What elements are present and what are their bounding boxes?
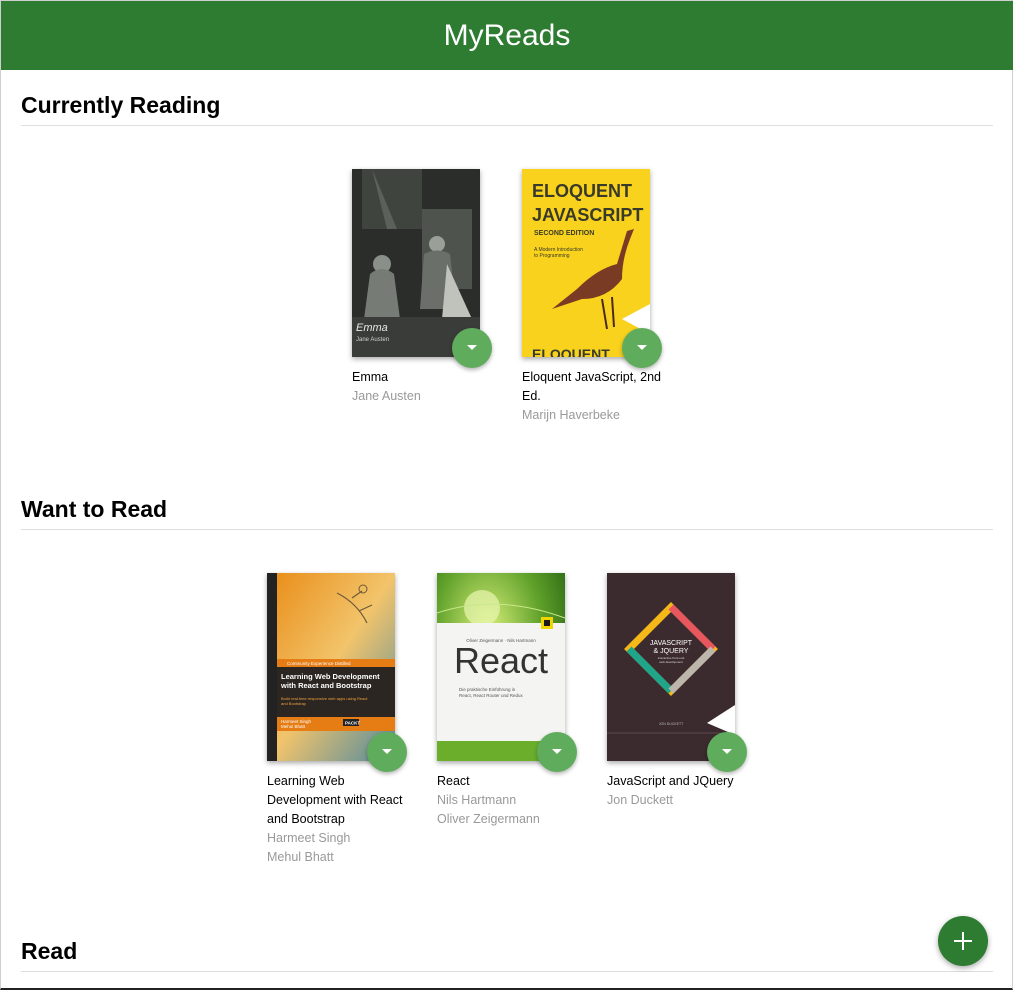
cover-author: JON DUCKETT: [659, 722, 684, 726]
book-authors: Jane Austen: [352, 387, 492, 406]
book-title: JavaScript and JQuery Jon Duckett: [607, 772, 747, 810]
book-cover[interactable]: JAVASCRIPT & JQUERY interactive front-en…: [607, 573, 735, 761]
book-author: Mehul Bhatt: [267, 850, 334, 864]
book-author: Jon Duckett: [607, 793, 674, 807]
book-authors: Harmeet Singh Mehul Bhatt: [267, 829, 407, 867]
cover-title-line2: with React and Bootstrap: [280, 681, 372, 690]
book-author: Oliver Zeigermann: [437, 812, 540, 826]
cover-sub1: Die praktische Einführung in: [459, 687, 516, 692]
cover-title-line1: Learning Web Development: [281, 672, 380, 681]
book-authors: Marijn Haverbeke: [522, 406, 662, 425]
add-book-button[interactable]: [938, 916, 988, 966]
cover-title-line2: JAVASCRIPT: [532, 205, 643, 225]
book-title: Emma Jane Austen: [352, 368, 492, 406]
book-title: Learning Web Development with React and …: [267, 772, 407, 867]
cover-title-line2: & JQUERY: [654, 648, 689, 655]
shelf-changer-button[interactable]: [707, 732, 747, 772]
book-authors: Nils Hartmann Oliver Zeigermann: [437, 791, 577, 829]
cover-sub2: web development: [659, 660, 683, 664]
cover-title-line1: ELOQUENT: [532, 181, 632, 201]
book-cover[interactable]: Community Experience Distilled Learning …: [267, 573, 395, 761]
cover-bottom-text: ELOQUENT: [532, 346, 610, 357]
shelf-title-read: Read: [21, 938, 993, 972]
cover-author2: Mehul Bhatt: [281, 724, 306, 729]
book-cover[interactable]: ELOQUENT JAVASCRIPT SECOND EDITION A Mod…: [522, 169, 650, 357]
cover-title: React: [454, 640, 548, 681]
cover-title: Emma: [356, 322, 388, 334]
shelf-changer-button[interactable]: [367, 732, 407, 772]
book-cover[interactable]: Oliver Zeigermann · Nils Hartmann React …: [437, 573, 565, 761]
cover-publisher: PACKT: [345, 721, 360, 726]
book-author: Marijn Haverbeke: [522, 408, 620, 422]
book-author: Nils Hartmann: [437, 793, 517, 807]
app-header: MyReads: [1, 1, 1013, 70]
book-cover[interactable]: Emma Jane Austen: [352, 169, 480, 357]
cover-sub2: React, React Router und Redux: [459, 693, 524, 698]
book-author: Harmeet Singh: [267, 831, 351, 845]
app-title: MyReads: [443, 19, 571, 52]
cover-title-line1: JAVASCRIPT: [650, 640, 693, 647]
cover-sub2: and Bootstrap: [281, 701, 307, 706]
app-frame: [0, 0, 1013, 990]
cover-edition: SECOND EDITION: [534, 230, 594, 237]
shelf-changer-button[interactable]: [452, 328, 492, 368]
cover-author: Jane Austen: [356, 337, 389, 343]
book-authors: Jon Duckett: [607, 791, 747, 810]
shelf-title-want-to-read: Want to Read: [21, 496, 993, 530]
shelf-title-currently-reading: Currently Reading: [21, 92, 993, 126]
shelf-changer-button[interactable]: [622, 328, 662, 368]
book-title: React Nils Hartmann Oliver Zeigermann: [437, 772, 577, 829]
cover-band: Community Experience Distilled: [287, 661, 351, 666]
cover-subtitle2: to Programming: [534, 253, 570, 259]
shelf-changer-button[interactable]: [537, 732, 577, 772]
book-author: Jane Austen: [352, 389, 421, 403]
book-title: Eloquent JavaScript, 2nd Ed. Marijn Have…: [522, 368, 662, 425]
